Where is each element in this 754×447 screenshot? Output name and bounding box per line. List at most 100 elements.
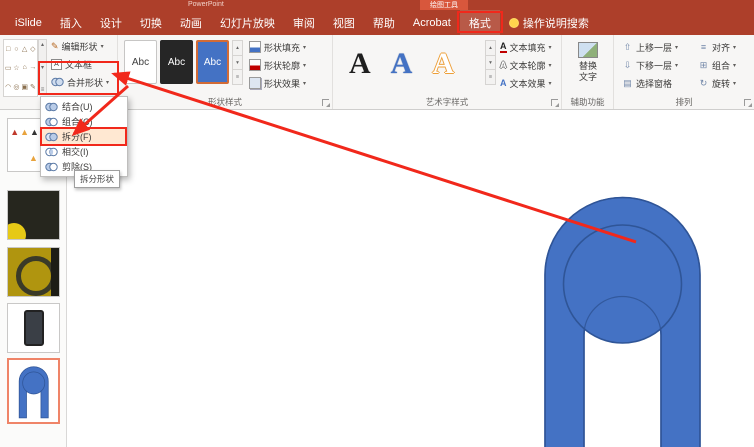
send-backward-button[interactable]: ⇩ 下移一层 ▾ [622, 56, 678, 74]
shape-outline-button[interactable]: 形状轮廓 ▾ [249, 56, 306, 74]
scroll-up-icon[interactable]: ▴ [485, 40, 496, 56]
tab-acrobat[interactable]: Acrobat [404, 10, 460, 35]
rounded-rect-shape-icon[interactable]: ▭ [5, 64, 12, 72]
warning-triangle-icon: ▲ [20, 126, 30, 137]
scroll-down-icon[interactable]: ▾ [485, 54, 496, 71]
chevron-down-icon: ▾ [548, 62, 552, 69]
align-button[interactable]: ≡ 对齐 ▾ [698, 38, 736, 56]
dialog-launcher-icon[interactable] [744, 99, 752, 107]
tab-view[interactable]: 视图 [324, 10, 364, 35]
shape-style-swatch[interactable]: Abc [160, 40, 193, 84]
shape-style-swatch-selected[interactable]: Abc [196, 40, 229, 84]
selection-pane-button[interactable]: ▤ 选择窗格 [622, 74, 678, 92]
chevron-down-icon: ▾ [733, 44, 737, 51]
alt-text-label: 替换文字 [578, 61, 597, 82]
text-fill-button[interactable]: A 文本填充 ▾ [500, 38, 552, 56]
group-wordart-styles: A A A ▴ ▾ ≡ A 文本填充 ▾ A 文本轮廓 ▾ A 文本效果 ▾ 艺… [333, 35, 562, 109]
ribbon-tab-bar: iSlide 插入 设计 切换 动画 幻灯片放映 审阅 视图 帮助 Acroba… [0, 10, 754, 35]
scroll-down-icon[interactable]: ▾ [232, 54, 243, 71]
menu-item-union[interactable]: 结合(U) [41, 99, 127, 114]
pentagon-shape-icon[interactable]: ⌂ [23, 64, 27, 71]
diamond-shape-icon[interactable]: ◇ [30, 45, 35, 53]
scroll-down-icon[interactable]: ▾ [41, 64, 44, 71]
dialog-launcher-icon[interactable] [322, 99, 330, 107]
frame-shape-icon[interactable]: ▣ [21, 83, 28, 91]
arrow-shape-icon[interactable]: → [29, 64, 36, 71]
shape-gallery-scrollbar[interactable]: ▴ ▾ ≡ [38, 39, 47, 95]
tab-design[interactable]: 设计 [91, 10, 131, 35]
text-effects-icon: A [500, 78, 507, 88]
shape-fill-button[interactable]: 形状填充 ▾ [249, 38, 306, 56]
slide-thumbnail-3[interactable] [7, 247, 60, 297]
alt-text-button[interactable]: 替换文字 [566, 42, 610, 98]
tab-insert[interactable]: 插入 [51, 10, 91, 35]
menu-item-combine[interactable]: 组合(C) [41, 114, 127, 129]
rotate-label: 旋转 [712, 78, 731, 89]
yellow-circle-graphic [8, 223, 26, 239]
tab-review[interactable]: 审阅 [284, 10, 324, 35]
wordart-style-black[interactable]: A [349, 49, 371, 79]
tab-transitions[interactable]: 切换 [131, 10, 171, 35]
gallery-more-icon[interactable]: ≡ [41, 87, 45, 93]
shape-gallery[interactable]: □ ○ △ ◇ ▭ ☆ ⌂ → ◠ ◎ ▣ ✎ [3, 39, 38, 97]
text-fill-label: 文本填充 [509, 42, 546, 53]
slide-thumbnail-5-selected[interactable] [7, 358, 60, 424]
donut-shape-icon[interactable]: ◎ [13, 83, 19, 91]
text-box-icon: A [51, 58, 62, 70]
picture-icon [578, 42, 598, 58]
triangle-shape-icon[interactable]: △ [22, 45, 27, 53]
text-effects-button[interactable]: A 文本效果 ▾ [500, 74, 552, 92]
tab-format[interactable]: 格式 [456, 10, 503, 35]
merge-shapes-button[interactable]: 合并形状 ▾ [38, 61, 119, 95]
chevron-down-icon: ▾ [733, 62, 737, 69]
tell-me-search[interactable]: 操作说明搜索 [500, 10, 598, 35]
text-fill-icon: A [500, 41, 507, 53]
shape-style-swatch[interactable]: Abc [124, 40, 157, 84]
menu-item-label: 相交(I) [62, 147, 89, 157]
union-icon [45, 102, 58, 112]
wordart-style-blue[interactable]: A [391, 49, 413, 79]
shape-effects-button[interactable]: 形状效果 ▾ [249, 74, 306, 92]
arc-shape-icon[interactable]: ◠ [5, 83, 11, 91]
star-shape-icon[interactable]: ☆ [13, 64, 19, 72]
shape-fill-label: 形状填充 [264, 42, 301, 53]
scroll-up-icon[interactable]: ▴ [41, 41, 44, 48]
tab-islide[interactable]: iSlide [6, 10, 51, 35]
tab-slideshow[interactable]: 幻灯片放映 [211, 10, 284, 35]
tab-help[interactable]: 帮助 [364, 10, 404, 35]
dialog-launcher-icon[interactable] [551, 99, 559, 107]
menu-item-fragment[interactable]: 拆分(F) [40, 127, 127, 146]
window-title: PowerPoint [188, 1, 224, 8]
mini-padlock-shape [18, 366, 49, 419]
freeform-shape-icon[interactable]: ✎ [30, 83, 36, 91]
padlock-shape[interactable] [520, 178, 754, 447]
gallery-more-icon[interactable]: ≡ [232, 69, 243, 86]
menu-item-intersect[interactable]: 相交(I) [41, 144, 127, 159]
bring-forward-button[interactable]: ⇧ 上移一层 ▾ [622, 38, 678, 56]
chevron-down-icon: ▾ [675, 44, 679, 51]
text-outline-button[interactable]: A 文本轮廓 ▾ [500, 56, 552, 74]
rectangle-shape-icon[interactable]: □ [6, 46, 10, 53]
wordart-style-orange-outline[interactable]: A [432, 49, 454, 79]
edit-shape-button[interactable]: ✎ 编辑形状 ▾ [50, 37, 116, 55]
slide-thumbnail-2[interactable] [7, 190, 60, 240]
group-label-accessibility: 辅助功能 [570, 97, 605, 107]
slide-canvas[interactable] [67, 110, 754, 447]
group-button[interactable]: ⊞ 组合 ▾ [698, 56, 736, 74]
combine-icon [45, 117, 58, 127]
lightbulb-icon [508, 17, 519, 28]
slide-thumbnail-4[interactable] [7, 303, 60, 353]
text-box-button[interactable]: A 文本框 [50, 55, 116, 73]
dial-graphic [16, 256, 56, 296]
merge-shapes-icon [51, 77, 64, 87]
ellipse-shape-icon[interactable]: ○ [14, 46, 18, 53]
menu-item-label: 结合(U) [62, 102, 93, 112]
rotate-button[interactable]: ↻ 旋转 ▾ [698, 74, 736, 92]
gallery-more-icon[interactable]: ≡ [485, 69, 496, 86]
tab-animations[interactable]: 动画 [171, 10, 211, 35]
scroll-up-icon[interactable]: ▴ [232, 40, 243, 56]
menu-item-label: 组合(C) [62, 117, 93, 127]
chevron-down-icon: ▾ [303, 80, 307, 87]
group-label-arrange: 排列 [675, 97, 693, 107]
shape-outline-icon [249, 59, 261, 71]
